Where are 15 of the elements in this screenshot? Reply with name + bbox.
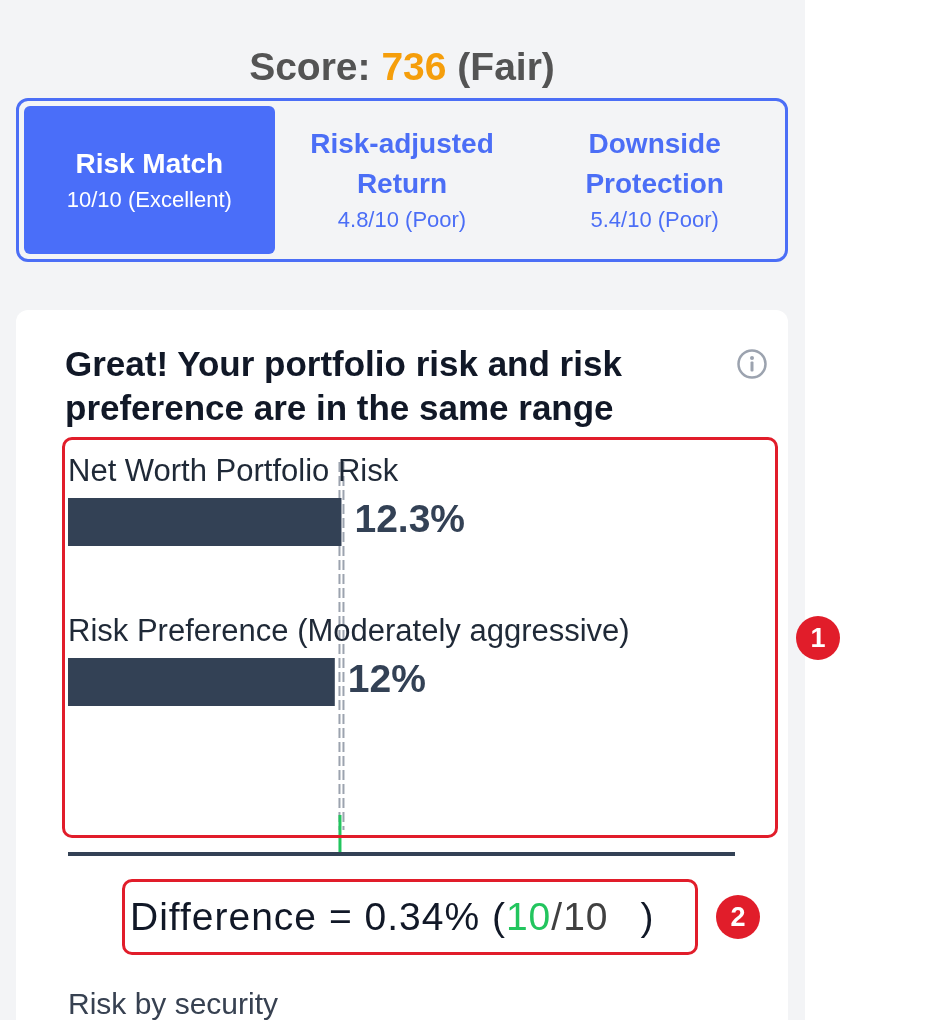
bar-label: Risk Preference (Moderately aggressive) [68,613,630,648]
info-icon[interactable] [737,349,767,379]
callout-badge: 2 [716,895,760,939]
callout-badge: 1 [796,616,840,660]
bar-label: Net Worth Portfolio Risk [68,453,399,488]
marker-tick [338,815,342,853]
tab[interactable]: Risk Match 10/10 (Excellent) [24,106,275,254]
score-heading: Score: 736 (Fair) [248,45,556,89]
tab[interactable]: Risk-adjusted Return 4.8/10 (Poor) [276,106,528,254]
value-label: 12.3% [354,497,466,540]
section-title: Risk by security [68,989,280,1019]
tab[interactable]: Downside Protection 5.4/10 (Poor) [529,106,780,254]
value-label: 12% [347,657,426,700]
difference-text: Difference = 0.34% (10/10 ) [130,895,655,939]
card-heading: Great! Your portfolio risk and risk preference are in the same range [65,343,623,429]
